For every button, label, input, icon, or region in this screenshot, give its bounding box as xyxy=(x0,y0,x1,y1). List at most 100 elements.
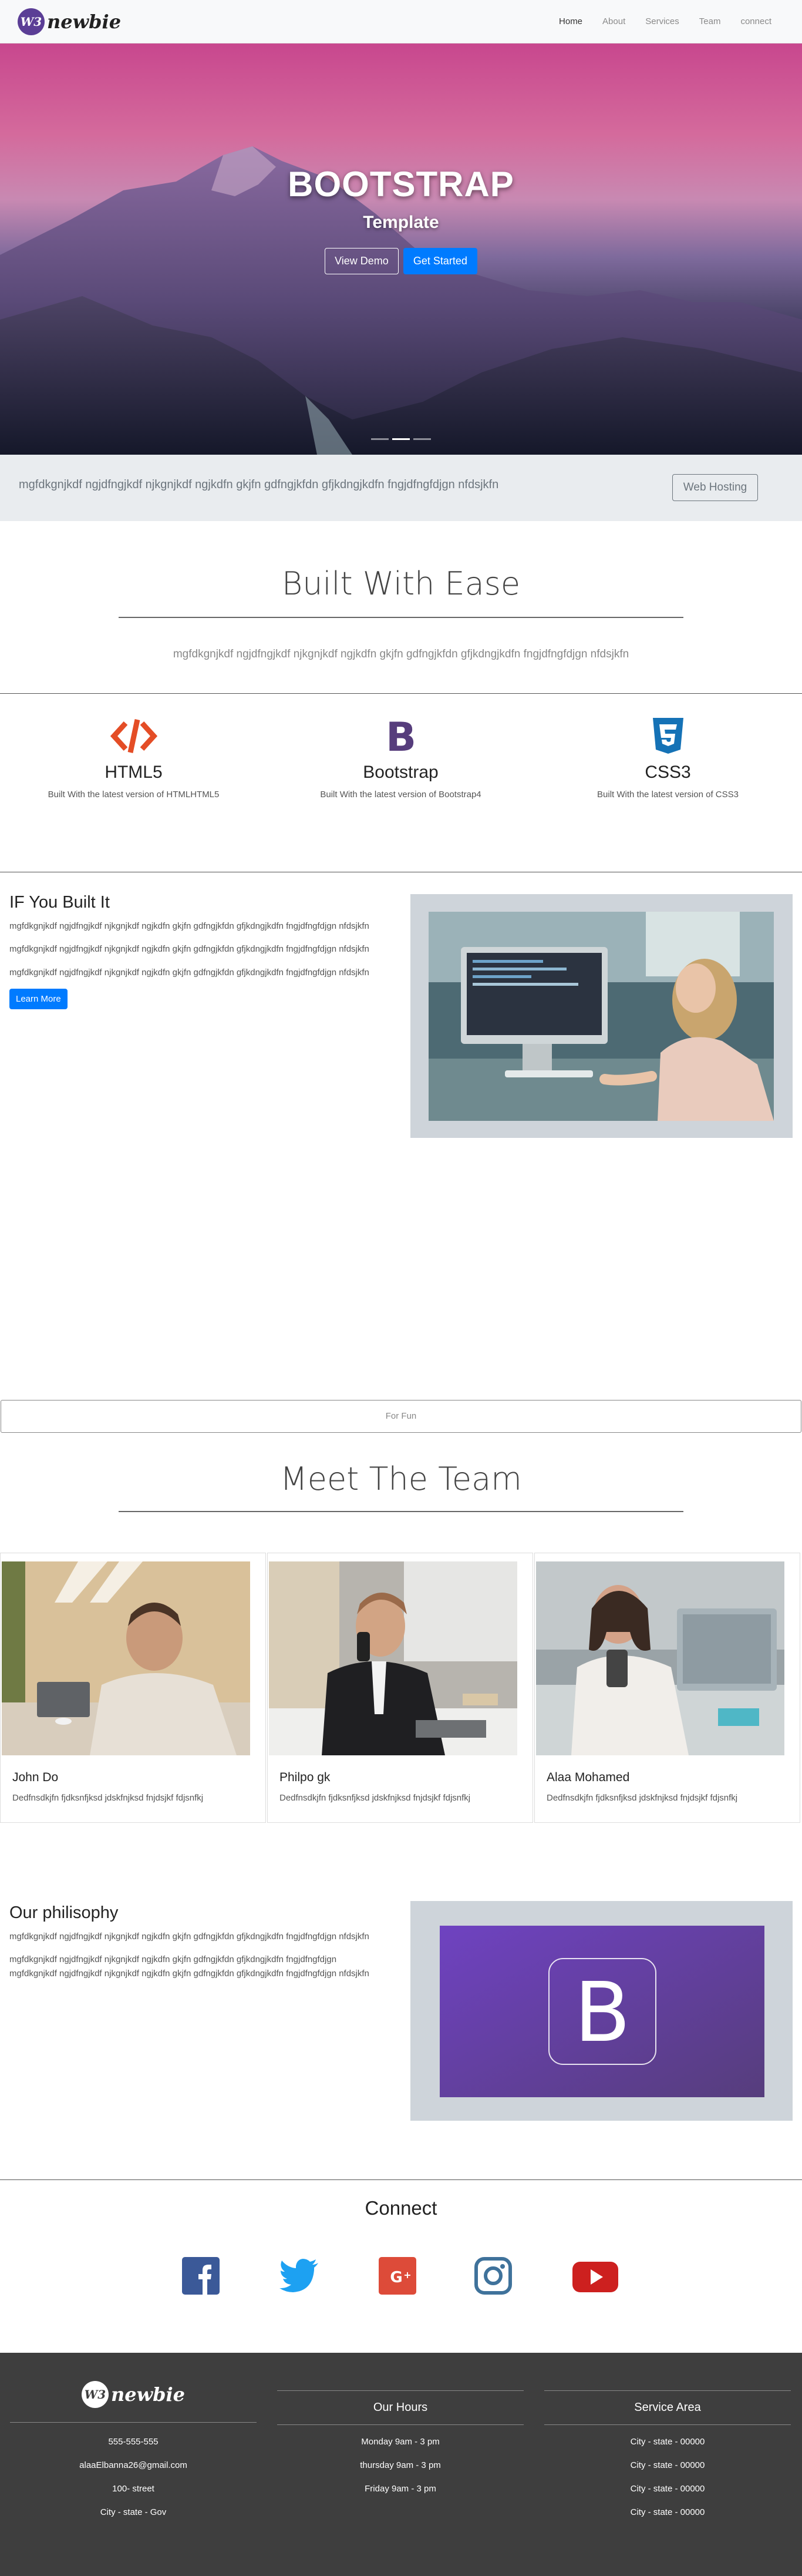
instagram-icon[interactable] xyxy=(474,2257,512,2295)
get-started-button[interactable]: Get Started xyxy=(403,248,477,274)
feature-css3: CSS3 Built With the latest version of CS… xyxy=(534,716,801,800)
team-photo xyxy=(2,1561,250,1755)
feature-html5: HTML5 Built With the latest version of H… xyxy=(0,716,267,800)
philosophy-paragraph: mgfdkgnjkdf ngjdfngjkdf njkgnjkdf ngjkdf… xyxy=(9,1932,369,1942)
for-fun-bar[interactable]: For Fun xyxy=(1,1400,801,1433)
team-card: Alaa Mohamed Dedfnsdkjfn fjdksnfjksd jds… xyxy=(534,1553,800,1823)
nav-item-services[interactable]: Services xyxy=(645,16,679,26)
hero-subtitle: Template xyxy=(363,213,439,232)
woman-at-computer-image xyxy=(429,912,774,1121)
footer-email[interactable]: alaaElbanna26@gmail.com xyxy=(10,2460,257,2470)
carousel-indicator[interactable] xyxy=(371,438,389,440)
css3-icon xyxy=(534,716,801,757)
built-it-paragraph: mgfdkgnjkdf ngjdfngjkdf njkgnjkdf ngjkdf… xyxy=(9,967,369,978)
built-it-paragraph: mgfdkgnjkdf ngjdfngjkdf njkgnjkdf ngjkdf… xyxy=(9,944,369,955)
connect-title: Connect xyxy=(365,2197,437,2219)
footer-divider xyxy=(10,2422,257,2423)
nav-item-connect[interactable]: connect xyxy=(740,16,771,26)
youtube-icon[interactable] xyxy=(572,2257,618,2295)
built-it-paragraph: mgfdkgnjkdf ngjdfngjkdf njkgnjkdf ngjkdf… xyxy=(9,921,369,931)
heading-divider xyxy=(119,1511,683,1512)
google-plus-icon[interactable]: G + xyxy=(379,2257,416,2295)
philosophy-image-frame: B xyxy=(410,1901,793,2121)
hosting-jumbotron: mgfdkgnjkdf ngjdfngjkdf njkgnjkdf ngjkdf… xyxy=(0,455,802,521)
footer-divider xyxy=(544,2424,791,2425)
bootstrap-logo-letter: B xyxy=(574,1965,631,2061)
brand-logo[interactable]: W3 newbie xyxy=(18,8,121,35)
bootstrap-logo-image: B xyxy=(440,1926,764,2097)
feature-title: HTML5 xyxy=(105,763,163,782)
built-with-ease-title: Built With Ease xyxy=(281,565,521,602)
hero-carousel: BOOTSTRAP Template View Demo Get Started xyxy=(0,43,802,455)
team-member-bio: Dedfnsdkjfn fjdksnfjksd jdskfnjksd fnjds… xyxy=(12,1793,204,1803)
footer-divider xyxy=(277,2424,524,2425)
section-divider xyxy=(0,693,802,694)
learn-more-button[interactable]: Learn More xyxy=(9,988,68,1009)
team-member-bio: Dedfnsdkjfn fjdksnfjksd jdskfnjksd fnjds… xyxy=(547,1793,738,1803)
html5-icon xyxy=(0,716,267,757)
nav-item-about[interactable]: About xyxy=(602,16,625,26)
jumbotron-text: mgfdkgnjkdf ngjdfngjkdf njkgnjkdf ngjkdf… xyxy=(19,478,499,491)
built-it-image-frame xyxy=(410,894,793,1138)
footer-service-title: Service Area xyxy=(634,2401,701,2414)
facebook-icon[interactable] xyxy=(182,2257,220,2295)
feature-bootstrap: B Bootstrap Built With the latest versio… xyxy=(267,716,534,800)
footer-hours-line: thursday 9am - 3 pm xyxy=(360,2460,441,2470)
footer-service-line: City - state - 00000 xyxy=(630,2484,705,2494)
svg-text:G: G xyxy=(390,2269,402,2286)
team-title: Meet The Team xyxy=(280,1460,522,1497)
team-member-name: John Do xyxy=(12,1771,59,1784)
footer-street: 100- street xyxy=(112,2484,154,2494)
feature-title: Bootstrap xyxy=(363,763,439,782)
footer-city: City - state - Gov xyxy=(100,2507,167,2517)
footer-service-line: City - state - 00000 xyxy=(630,2437,705,2447)
web-hosting-button[interactable]: Web Hosting xyxy=(672,474,758,501)
svg-text:B: B xyxy=(386,717,416,755)
philosophy-title: Our philisophy xyxy=(9,1903,119,1922)
feature-text: Built With the latest version of Bootstr… xyxy=(320,790,481,800)
footer-service-line: City - state - 00000 xyxy=(630,2460,705,2470)
brand-badge: W3 xyxy=(18,8,45,35)
team-card: John Do Dedfnsdkjfn fjdksnfjksd jdskfnjk… xyxy=(0,1553,266,1823)
footer-divider xyxy=(277,2390,524,2391)
carousel-indicator-active[interactable] xyxy=(392,438,410,440)
twitter-icon[interactable] xyxy=(278,2257,318,2295)
navbar: W3 newbie Home About Services Team conne… xyxy=(0,0,802,43)
footer-service-line: City - state - 00000 xyxy=(630,2507,705,2517)
brand-name: newbie xyxy=(47,11,122,33)
team-photo xyxy=(536,1561,784,1755)
footer-divider xyxy=(544,2390,791,2391)
footer-phone: 555-555-555 xyxy=(108,2437,159,2447)
svg-text:+: + xyxy=(403,2269,411,2281)
hero-buttons: View Demo Get Started xyxy=(0,248,802,274)
built-it-section: IF You Built It mgfdkgnjkdf ngjdfngjkdf … xyxy=(9,893,379,1009)
nav-item-team[interactable]: Team xyxy=(699,16,721,26)
carousel-indicators xyxy=(0,438,802,440)
team-photo xyxy=(269,1561,517,1755)
view-demo-button[interactable]: View Demo xyxy=(325,248,399,274)
footer-hours-line: Friday 9am - 3 pm xyxy=(365,2484,436,2494)
feature-text: Built With the latest version of HTMLHTM… xyxy=(48,790,220,800)
team-member-bio: Dedfnsdkjfn fjdksnfjksd jdskfnjksd fnjds… xyxy=(279,1793,471,1803)
carousel-indicator[interactable] xyxy=(413,438,431,440)
footer-brand-badge: W3 xyxy=(81,2381,109,2408)
bootstrap-icon: B xyxy=(267,716,534,757)
team-member-name: Philpo gk xyxy=(279,1771,331,1784)
footer-hours-line: Monday 9am - 3 pm xyxy=(361,2437,440,2447)
built-it-title: IF You Built It xyxy=(9,893,110,912)
heading-divider xyxy=(119,617,683,618)
team-card: Philpo gk Dedfnsdkjfn fjdksnfjksd jdskfn… xyxy=(267,1553,533,1823)
nav-menu: Home About Services Team connect xyxy=(559,16,771,26)
feature-text: Built With the latest version of CSS3 xyxy=(597,790,739,800)
philosophy-paragraph: mgfdkgnjkdf ngjdfngjkdf njkgnjkdf ngjkdf… xyxy=(9,1954,369,1979)
footer-hours-title: Our Hours xyxy=(373,2401,428,2414)
nav-item-home[interactable]: Home xyxy=(559,16,582,26)
section-divider xyxy=(0,2179,802,2180)
footer-brand-logo[interactable]: W3 newbie xyxy=(10,2381,257,2408)
feature-title: CSS3 xyxy=(645,763,691,782)
team-member-name: Alaa Mohamed xyxy=(547,1771,630,1784)
built-with-ease-lead: mgfdkgnjkdf ngjdfngjkdf njkgnjkdf ngjkdf… xyxy=(173,648,629,660)
footer: W3 newbie 555-555-555 alaaElbanna26@gmai… xyxy=(0,2353,802,2576)
hero-title: BOOTSTRAP xyxy=(288,164,514,204)
philosophy-section: Our philisophy mgfdkgnjkdf ngjdfngjkdf n… xyxy=(9,1903,379,1990)
